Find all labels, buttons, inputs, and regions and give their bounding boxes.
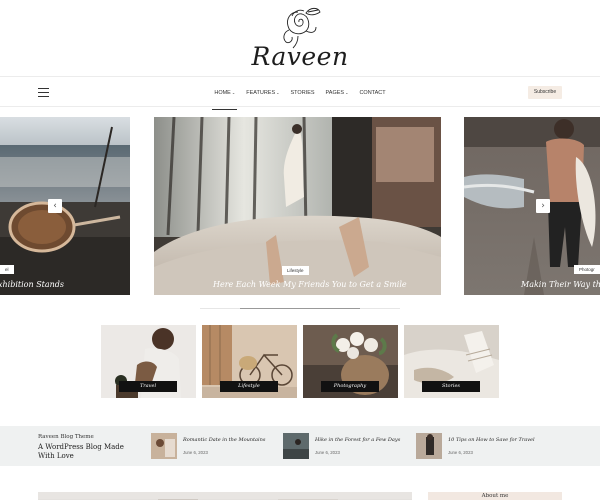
featured-post[interactable]: 10 Tips on How to Save for Travel June 6… [416, 433, 546, 459]
category-label: Travel [119, 381, 177, 392]
slide-next[interactable]: › Photogr Makin Their Way the [464, 117, 600, 295]
nav-item-features[interactable]: FEATURES⌄ [244, 86, 281, 100]
slider-next-button[interactable]: › [536, 199, 550, 213]
featured-post[interactable]: Romantic Date in the Mountains June 6, 2… [151, 433, 271, 459]
category-card-stories[interactable]: Stories [404, 325, 499, 398]
post-title[interactable]: Romantic Date in the Mountains [183, 437, 265, 443]
nav-menu: HOME⌄ FEATURES⌄ STORIES PAGES⌄ CONTACT [0, 77, 600, 110]
nav-item-home[interactable]: HOME⌄ [212, 86, 238, 110]
slide-title[interactable]: Makin Their Way the [521, 280, 600, 289]
site-logo-text[interactable]: Raveen [0, 42, 600, 71]
post-title[interactable]: Hike in the Forest for a Few Days [315, 437, 400, 443]
slider-progress-bar[interactable] [200, 308, 400, 309]
chevron-down-icon: ⌄ [276, 89, 280, 95]
post-thumbnail-image [283, 433, 309, 459]
nav-item-stories[interactable]: STORIES [289, 86, 317, 100]
category-badge[interactable]: Photogr [574, 265, 600, 274]
strip-heading: A WordPress Blog Made With Love [38, 443, 124, 460]
post-thumbnail[interactable] [283, 433, 309, 459]
chevron-down-icon: ⌄ [345, 89, 349, 95]
latest-post-image[interactable] [38, 492, 412, 500]
subscribe-button[interactable]: Subscribe [528, 86, 562, 99]
slider-progress-thumb [240, 308, 360, 309]
about-me-widget: About me [428, 492, 562, 500]
site-header: Raveen [0, 0, 600, 76]
category-label: Lifestyle [220, 381, 278, 392]
featured-posts-strip: Raveen Blog Theme A WordPress Blog Made … [0, 426, 600, 466]
category-label: Photography [321, 381, 379, 392]
category-card-travel[interactable]: Travel [101, 325, 196, 398]
nav-item-contact[interactable]: CONTACT [357, 86, 387, 100]
post-thumbnail[interactable] [151, 433, 177, 459]
nav-label: FEATURES [246, 89, 276, 96]
main-navigation-bar: HOME⌄ FEATURES⌄ STORIES PAGES⌄ CONTACT S… [0, 76, 600, 110]
nav-label: HOME [214, 89, 231, 96]
slide-title[interactable]: xhibition Stands [0, 280, 64, 289]
featured-post[interactable]: Hike in the Forest for a Few Days June 6… [283, 433, 403, 459]
post-date: June 6, 2023 [448, 450, 473, 455]
chevron-down-icon: ⌄ [231, 89, 236, 95]
nav-item-pages[interactable]: PAGES⌄ [324, 86, 351, 100]
slider-prev-button[interactable]: ‹ [48, 199, 62, 213]
post-thumbnail-image [416, 433, 442, 459]
category-badge[interactable]: el [0, 265, 14, 274]
strip-kicker: Raveen Blog Theme [38, 434, 94, 440]
nav-label: CONTACT [359, 89, 386, 96]
category-badge[interactable]: Lifestyle [282, 266, 309, 275]
post-date: June 6, 2023 [183, 450, 208, 455]
nav-label: STORIES [290, 89, 315, 96]
nav-label: PAGES [325, 89, 345, 96]
category-card-lifestyle[interactable]: Lifestyle [202, 325, 297, 398]
slide-previous[interactable]: el xhibition Stands ‹ [0, 117, 130, 295]
slide-image-sunglasses [0, 117, 130, 295]
slide-current[interactable]: Lifestyle Here Each Week My Friends You … [154, 117, 441, 295]
category-label: Stories [422, 381, 480, 392]
post-date: June 6, 2023 [315, 450, 340, 455]
post-title[interactable]: 10 Tips on How to Save for Travel [448, 437, 535, 443]
post-thumbnail-image [151, 433, 177, 459]
about-me-title: About me [481, 493, 509, 499]
category-card-photography[interactable]: Photography [303, 325, 398, 398]
slide-title[interactable]: Here Each Week My Friends You to Get a S… [213, 280, 407, 289]
post-thumbnail[interactable] [416, 433, 442, 459]
